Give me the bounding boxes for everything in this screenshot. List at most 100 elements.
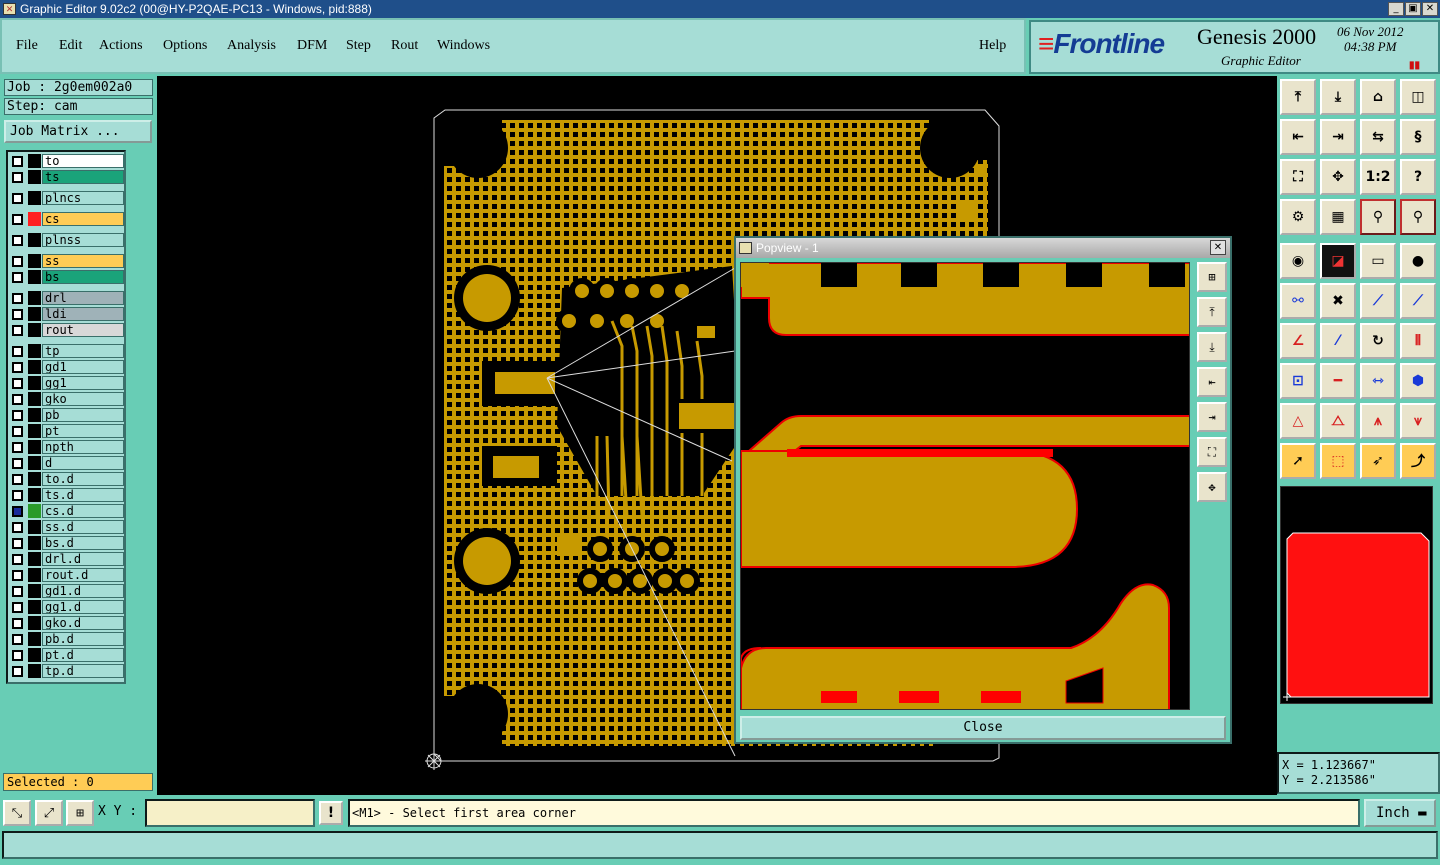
layer-checkbox[interactable] bbox=[12, 172, 23, 183]
pointer-icon[interactable]: ➚ bbox=[1280, 443, 1316, 479]
layer-name[interactable]: tp bbox=[42, 344, 124, 358]
layer-name[interactable]: plnss bbox=[42, 233, 124, 247]
layer-row[interactable]: pt.d bbox=[10, 648, 124, 662]
units-select[interactable]: Inch ▬ bbox=[1364, 799, 1436, 827]
menu-rout[interactable]: Rout bbox=[391, 38, 418, 54]
layer-checkbox[interactable] bbox=[12, 362, 23, 373]
menu-dfm[interactable]: DFM bbox=[297, 38, 327, 54]
ruler-icon[interactable]: ▭ bbox=[1360, 243, 1396, 279]
pointer-box-icon[interactable]: ⬚ bbox=[1320, 443, 1356, 479]
layer-checkbox[interactable] bbox=[12, 634, 23, 645]
angle-icon[interactable]: ∠ bbox=[1280, 323, 1316, 359]
shapes-icon[interactable]: ⬢ bbox=[1400, 363, 1436, 399]
redraw-icon[interactable]: § bbox=[1400, 119, 1436, 155]
line-node-icon[interactable]: ⟋ bbox=[1360, 283, 1396, 319]
triangle-icon[interactable]: △ bbox=[1280, 403, 1316, 439]
popview-fit-icon[interactable]: ⛶ bbox=[1197, 437, 1227, 467]
overview-map[interactable] bbox=[1280, 486, 1433, 704]
layer-name[interactable]: pt.d bbox=[42, 648, 124, 662]
layer-row[interactable]: cs bbox=[10, 212, 124, 226]
layer-checkbox[interactable] bbox=[12, 325, 23, 336]
arch-icon[interactable]: ⩚ bbox=[1360, 403, 1396, 439]
popview-zoom-icon[interactable]: ⊞ bbox=[1197, 262, 1227, 292]
layer-row[interactable]: ss bbox=[10, 254, 124, 268]
layer-name[interactable]: drl.d bbox=[42, 552, 124, 566]
layer-name[interactable]: gg1.d bbox=[42, 600, 124, 614]
layer-name[interactable]: rout.d bbox=[42, 568, 124, 582]
diagonal-icon[interactable]: ⁄ bbox=[1320, 323, 1356, 359]
popview-down-icon[interactable]: ⤓ bbox=[1197, 332, 1227, 362]
pad-select-icon[interactable]: ● bbox=[1400, 243, 1436, 279]
popview-center-icon[interactable]: ✥ bbox=[1197, 472, 1227, 502]
layer-checkbox[interactable] bbox=[12, 309, 23, 320]
layer-name[interactable]: gd1 bbox=[42, 360, 124, 374]
zoom-window-icon[interactable]: ⤡ bbox=[3, 800, 31, 826]
layer-row[interactable]: to bbox=[10, 154, 124, 168]
zoom-center-icon[interactable]: ✥ bbox=[1320, 159, 1356, 195]
layer-checkbox[interactable] bbox=[12, 256, 23, 267]
layer-row[interactable]: bs bbox=[10, 270, 124, 284]
layer-checkbox[interactable] bbox=[12, 426, 23, 437]
layer-row[interactable]: ldi bbox=[10, 307, 124, 321]
layer-name[interactable]: gg1 bbox=[42, 376, 124, 390]
layer-row[interactable]: bs.d bbox=[10, 536, 124, 550]
grid-snap-icon[interactable]: ⊞ bbox=[66, 800, 94, 826]
popview-right-icon[interactable]: ⇥ bbox=[1197, 402, 1227, 432]
layer-checkbox[interactable] bbox=[12, 570, 23, 581]
layer-row[interactable]: gd1 bbox=[10, 360, 124, 374]
layer-row[interactable]: d bbox=[10, 456, 124, 470]
layer-checkbox[interactable] bbox=[12, 538, 23, 549]
layer-name[interactable]: bs.d bbox=[42, 536, 124, 550]
home-icon[interactable]: ⌂ bbox=[1360, 79, 1396, 115]
measure-icon[interactable]: ⚙ bbox=[1280, 199, 1316, 235]
layer-checkbox[interactable] bbox=[12, 410, 23, 421]
arc-icon[interactable]: ↻ bbox=[1360, 323, 1396, 359]
layer-checkbox[interactable] bbox=[12, 442, 23, 453]
maximize-icon[interactable]: ▣ bbox=[1405, 2, 1421, 16]
layer-row[interactable]: gko bbox=[10, 392, 124, 406]
layer-name[interactable]: ldi bbox=[42, 307, 124, 321]
layer-checkbox[interactable] bbox=[12, 214, 23, 225]
popview-close-button[interactable]: Close bbox=[740, 716, 1226, 740]
layer-name[interactable]: cs bbox=[42, 212, 124, 226]
arch-cut-icon[interactable]: ⩛ bbox=[1400, 403, 1436, 439]
swap-icon[interactable]: ⇆ bbox=[1360, 119, 1396, 155]
layer-row[interactable]: ts bbox=[10, 170, 124, 184]
menu-windows[interactable]: Windows bbox=[437, 38, 490, 54]
triangle-split-icon[interactable]: ⧍ bbox=[1320, 403, 1356, 439]
layer-name[interactable]: pb bbox=[42, 408, 124, 422]
layer-name[interactable]: bs bbox=[42, 270, 124, 284]
layer-checkbox[interactable] bbox=[12, 618, 23, 629]
layer-row[interactable]: npth bbox=[10, 440, 124, 454]
layer-name[interactable]: tp.d bbox=[42, 664, 124, 678]
layer-name[interactable]: rout bbox=[42, 323, 124, 337]
layer-down-icon[interactable]: ⤓ bbox=[1320, 79, 1356, 115]
layer-checkbox[interactable] bbox=[12, 474, 23, 485]
layer-row[interactable]: rout.d bbox=[10, 568, 124, 582]
layer-row[interactable]: plnss bbox=[10, 233, 124, 247]
layer-checkbox[interactable] bbox=[12, 522, 23, 533]
move-pad-icon[interactable]: ⊡ bbox=[1280, 363, 1316, 399]
menu-file[interactable]: File bbox=[16, 38, 38, 54]
help-button[interactable]: ? bbox=[1400, 159, 1436, 195]
menu-analysis[interactable]: Analysis bbox=[227, 38, 276, 54]
connect-icon[interactable]: ⚯ bbox=[1280, 283, 1316, 319]
layer-row[interactable]: pb.d bbox=[10, 632, 124, 646]
xy-input[interactable] bbox=[145, 799, 315, 827]
layer-name[interactable]: npth bbox=[42, 440, 124, 454]
menu-step[interactable]: Step bbox=[346, 38, 371, 54]
layer-row[interactable]: gd1.d bbox=[10, 584, 124, 598]
pan-left-icon[interactable]: ⇤ bbox=[1280, 119, 1316, 155]
layer-name[interactable]: gd1.d bbox=[42, 584, 124, 598]
line-arrow-icon[interactable]: ⟋ bbox=[1400, 283, 1436, 319]
zoom-fit-icon[interactable]: ⛶ bbox=[1280, 159, 1316, 195]
layer-checkbox[interactable] bbox=[12, 156, 23, 167]
snap-pad-icon[interactable]: ⚲ bbox=[1400, 199, 1436, 235]
snap-icon[interactable]: ⚲ bbox=[1360, 199, 1396, 235]
layer-row[interactable]: rout bbox=[10, 323, 124, 337]
menu-edit[interactable]: Edit bbox=[59, 38, 82, 54]
layer-name[interactable]: ts bbox=[42, 170, 124, 184]
layer-row[interactable]: cs.d bbox=[10, 504, 124, 518]
layer-checkbox[interactable] bbox=[12, 272, 23, 283]
close-icon[interactable]: ✕ bbox=[1422, 2, 1438, 16]
